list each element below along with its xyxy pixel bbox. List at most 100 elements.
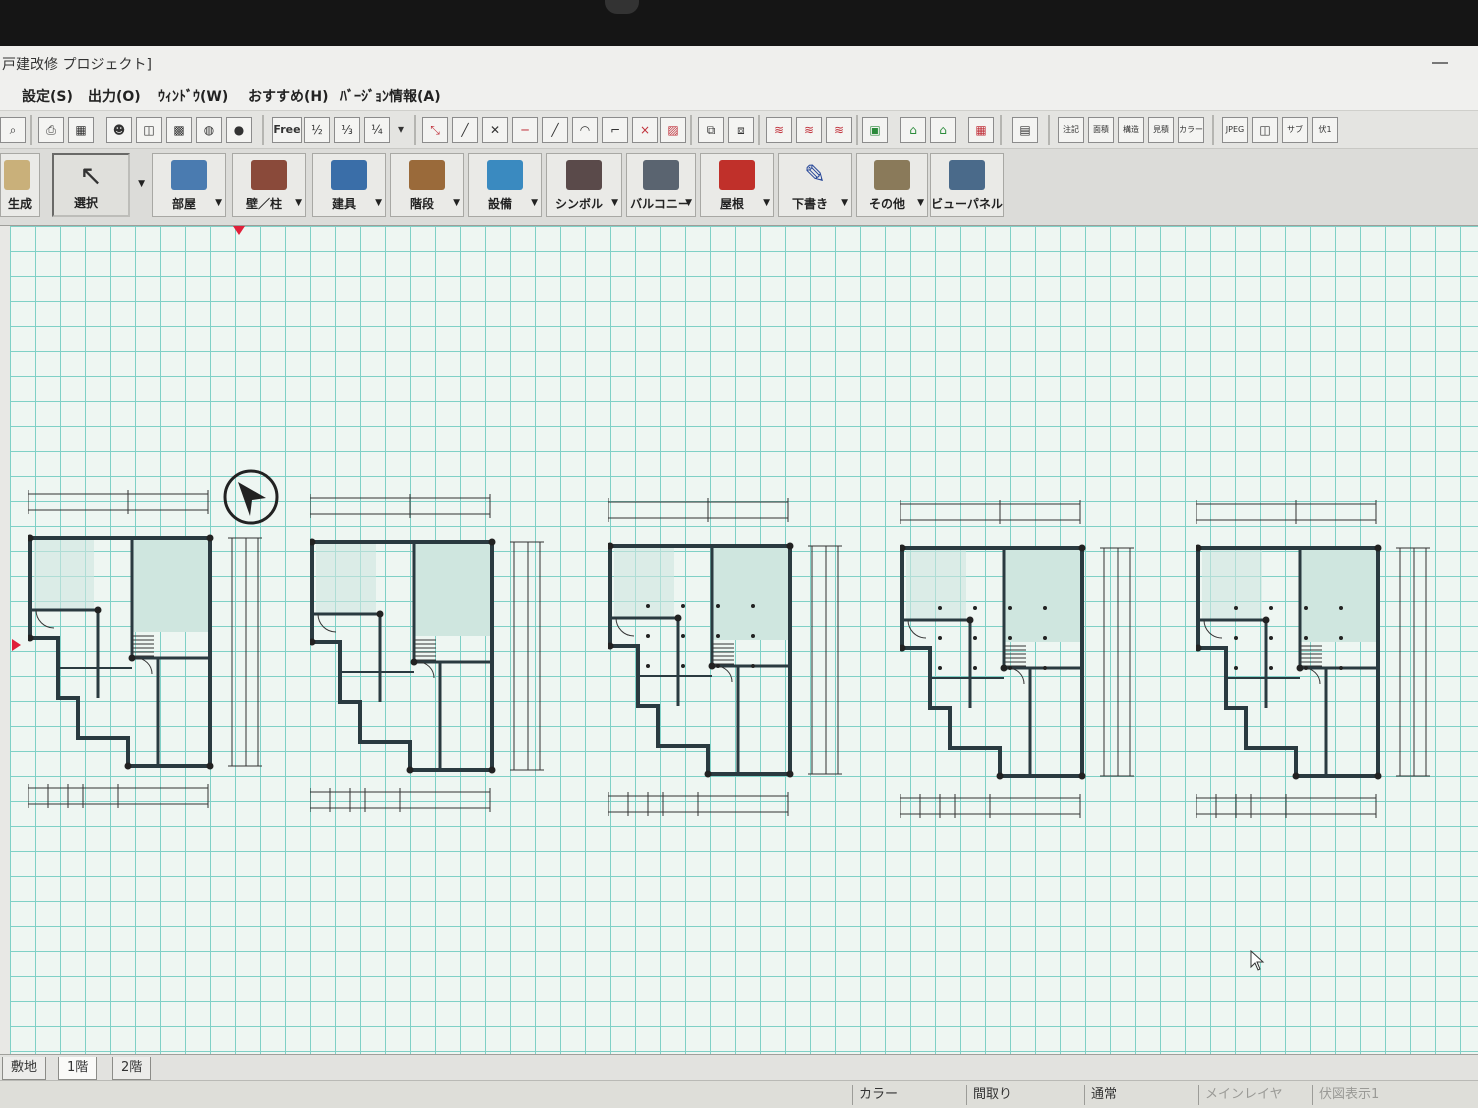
- status-layout-mode: 間取り: [966, 1085, 1012, 1105]
- structure-button[interactable]: 構造: [1118, 117, 1144, 143]
- tab-floor-2[interactable]: 2階: [112, 1057, 152, 1080]
- layout-icon[interactable]: ▦: [68, 117, 94, 143]
- third-snap-button[interactable]: ⅓: [334, 117, 360, 143]
- estimate-button[interactable]: 見積: [1148, 117, 1174, 143]
- tool-fittings[interactable]: 建具 ▼: [312, 153, 386, 217]
- reference-marker-left: [12, 639, 21, 651]
- floor-plan-drawing: [1196, 500, 1430, 818]
- area-button[interactable]: 面積: [1088, 117, 1114, 143]
- floor-plan-4[interactable]: [900, 498, 1150, 828]
- tool-draft[interactable]: ✎ 下書き ▼: [778, 153, 852, 217]
- picture-icon[interactable]: ▣: [862, 117, 888, 143]
- dash-icon[interactable]: ─: [512, 117, 538, 143]
- menu-settings[interactable]: 設定(S): [22, 86, 73, 106]
- sub-button[interactable]: サブ: [1282, 117, 1308, 143]
- chevron-down-icon[interactable]: ▾: [392, 117, 410, 143]
- corner-icon[interactable]: ⌐: [602, 117, 628, 143]
- status-mode: 通常: [1084, 1085, 1117, 1105]
- tool-generate[interactable]: 生成: [0, 153, 40, 217]
- minimize-button[interactable]: [1432, 62, 1448, 64]
- half-snap-button[interactable]: ½: [304, 117, 330, 143]
- tool-roof[interactable]: 屋根 ▼: [700, 153, 774, 217]
- north-arrow-icon[interactable]: [222, 468, 280, 530]
- zoom-icon[interactable]: ⌕: [0, 117, 26, 143]
- paint-icon[interactable]: ●: [226, 117, 252, 143]
- select-line-icon[interactable]: ⤡: [422, 117, 448, 143]
- menu-output[interactable]: 出力(O): [88, 86, 141, 106]
- annotation-button[interactable]: 注記: [1058, 117, 1084, 143]
- house-icon[interactable]: ⌂: [900, 117, 926, 143]
- layer-1-icon[interactable]: ≋: [766, 117, 792, 143]
- tool-balcony[interactable]: バルコニー ▼: [626, 153, 696, 217]
- floor-plan-2[interactable]: [310, 492, 560, 822]
- floor-plan-5[interactable]: [1196, 498, 1446, 828]
- house-2-icon[interactable]: ⌂: [930, 117, 956, 143]
- tool-wall-column[interactable]: 壁／柱 ▼: [232, 153, 306, 217]
- layer-2-icon[interactable]: ≋: [796, 117, 822, 143]
- select-dropdown[interactable]: ▼: [132, 153, 148, 217]
- toolbar-separator: [30, 115, 32, 145]
- toolbar-separator: [1000, 115, 1002, 145]
- fushi-button[interactable]: 伏1: [1312, 117, 1338, 143]
- tool-room[interactable]: 部屋 ▼: [152, 153, 226, 217]
- tool-select[interactable]: ↖ 選択: [52, 153, 130, 217]
- floor-plan-3[interactable]: [608, 496, 858, 826]
- delete-icon[interactable]: ×: [632, 117, 658, 143]
- toolbar-separator: [856, 115, 858, 145]
- roof-icon: [719, 160, 755, 190]
- jpeg-button[interactable]: JPEG: [1222, 117, 1248, 143]
- drawing-canvas[interactable]: [10, 226, 1478, 1054]
- stairs-icon: [409, 160, 445, 190]
- tab-site[interactable]: 敷地: [2, 1057, 47, 1080]
- toolbar-separator: [262, 115, 264, 145]
- tool-view-panel[interactable]: ビューパネル: [930, 153, 1004, 217]
- split-view-icon[interactable]: ◫: [1252, 117, 1278, 143]
- floor-plan-1[interactable]: [28, 488, 278, 818]
- copy-icon[interactable]: ⧉: [698, 117, 724, 143]
- other-icon: [874, 160, 910, 190]
- person-icon[interactable]: ☻: [106, 117, 132, 143]
- free-snap-button[interactable]: Free: [272, 117, 302, 143]
- tab-floor-1[interactable]: 1階: [58, 1057, 98, 1080]
- wall-icon: [251, 160, 287, 190]
- layer-3-icon[interactable]: ≋: [826, 117, 852, 143]
- tool-equipment[interactable]: 設備 ▼: [468, 153, 542, 217]
- small-toolbar: ⌕ ⎙ ▦ ☻ ◫ ▩ ◍ ● Free ½ ⅓ ¼ ▾ ⤡ ╱ ✕ ─ ╱ ◠…: [0, 110, 1478, 149]
- toolbar-separator: [690, 115, 692, 145]
- main-tool-toolbar: 生成 ↖ 選択 ▼ 部屋 ▼ 壁／柱 ▼ 建具 ▼ 階段 ▼ 設備 ▼ シンボル ▼: [0, 148, 1478, 227]
- book-icon[interactable]: ◫: [136, 117, 162, 143]
- symbol-icon: [566, 160, 602, 190]
- floor-plan-drawing: [28, 490, 262, 808]
- color-button[interactable]: カラー: [1178, 117, 1204, 143]
- menu-recommended[interactable]: おすすめ(H): [248, 86, 329, 106]
- reference-marker-top: [233, 226, 245, 235]
- balcony-icon: [643, 160, 679, 190]
- monitor-bezel: [0, 0, 1478, 46]
- menu-version-info[interactable]: ﾊﾞｰｼﾞｮﾝ情報(A): [340, 86, 441, 106]
- pointer-icon: ↖: [79, 159, 103, 192]
- cross-icon[interactable]: ✕: [482, 117, 508, 143]
- tool-symbol[interactable]: シンボル ▼: [546, 153, 622, 217]
- menu-window[interactable]: ｳｨﾝﾄﾞｳ(W): [158, 86, 228, 106]
- texture-icon[interactable]: ◍: [196, 117, 222, 143]
- tool-other[interactable]: その他 ▼: [856, 153, 928, 217]
- equipment-icon: [487, 160, 523, 190]
- line-icon[interactable]: ╱: [452, 117, 478, 143]
- diagonal-icon[interactable]: ╱: [542, 117, 568, 143]
- room-icon: [171, 160, 207, 190]
- paste-icon[interactable]: ⧈: [728, 117, 754, 143]
- pen-icon: ✎: [804, 160, 826, 190]
- arc-icon[interactable]: ◠: [572, 117, 598, 143]
- grid-icon[interactable]: ▦: [968, 117, 994, 143]
- window-title: 戸建改修 プロジェクト]: [2, 57, 152, 73]
- status-layer: メインレイヤ: [1198, 1085, 1283, 1105]
- hatch-icon[interactable]: ▨: [660, 117, 686, 143]
- tool-stairs[interactable]: 階段 ▼: [390, 153, 464, 217]
- print-icon[interactable]: ⎙: [38, 117, 64, 143]
- material-icon[interactable]: ▩: [166, 117, 192, 143]
- calculator-icon[interactable]: ▤: [1012, 117, 1038, 143]
- quarter-snap-button[interactable]: ¼: [364, 117, 390, 143]
- webcam: [605, 0, 639, 14]
- hammer-icon: [4, 160, 30, 190]
- status-color: カラー: [852, 1085, 898, 1105]
